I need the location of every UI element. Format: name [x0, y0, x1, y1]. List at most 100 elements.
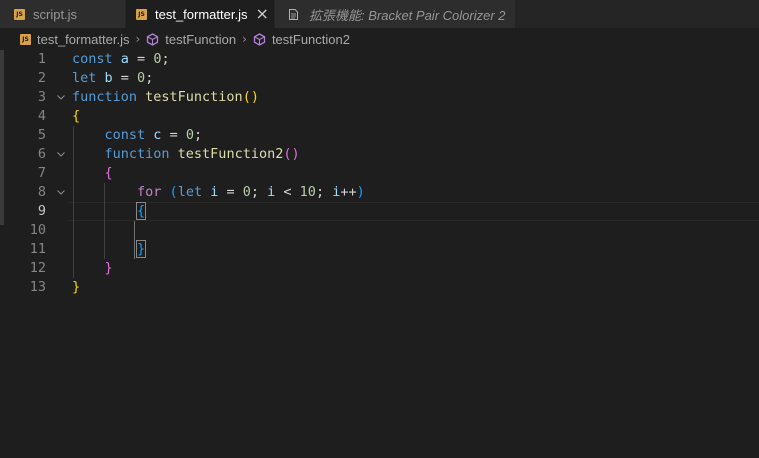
code-token: () — [242, 89, 259, 105]
code-line[interactable]: 3 function testFunction() — [0, 88, 759, 107]
method-cube-icon — [147, 32, 159, 46]
tab-bar: JS script.js JS test_formatter.js × 拡張機能… — [0, 0, 759, 28]
extension-doc-icon — [289, 8, 298, 20]
chevron-right-icon: › — [242, 32, 247, 46]
code-text: } — [72, 278, 80, 297]
code-token: ++ — [340, 184, 357, 200]
tab-label: 拡張機能: Bracket Pair Colorizer 2 — [309, 7, 506, 23]
code-token: 10 — [299, 184, 316, 200]
code-token: const — [72, 51, 121, 67]
code-line[interactable]: 1 const a = 0; — [0, 50, 759, 69]
code-token: 0 — [185, 127, 194, 143]
line-number: 3 — [37, 89, 46, 105]
tab-extension-bracket-pair-colorizer[interactable]: 拡張機能: Bracket Pair Colorizer 2 — [275, 0, 515, 28]
code-token: ; — [161, 51, 170, 67]
code-line[interactable]: 13} — [0, 278, 759, 297]
code-token: ) — [356, 184, 365, 200]
chevron-down-icon[interactable] — [56, 145, 66, 164]
code-token: function — [104, 146, 178, 162]
code-token: { — [104, 165, 113, 181]
line-number: 13 — [29, 279, 46, 295]
tab-script-js[interactable]: JS script.js — [0, 0, 125, 28]
line-number: 8 — [37, 184, 46, 200]
line-number: 5 — [37, 127, 46, 143]
code-line[interactable]: 10 — [0, 221, 759, 240]
code-text: function testFunction() — [72, 88, 259, 107]
code-token: () — [283, 146, 300, 162]
code-token: } — [72, 279, 81, 295]
code-token: testFunction2 — [177, 146, 284, 162]
code-token: 0 — [242, 184, 251, 200]
code-token: ; — [315, 184, 333, 200]
code-text: { — [72, 202, 147, 221]
code-token: = — [128, 51, 154, 67]
code-token: testFunction — [145, 89, 243, 105]
code-text: const a = 0; — [72, 50, 170, 69]
line-number: 2 — [37, 70, 46, 86]
js-file-icon: JS — [136, 8, 147, 20]
code-line[interactable]: 7 { — [0, 164, 759, 183]
tab-label: script.js — [33, 6, 78, 22]
code-text: { — [72, 107, 80, 126]
code-token: = — [112, 70, 138, 86]
code-token: ( — [169, 184, 178, 200]
code-token: function — [72, 89, 146, 105]
line-number: 11 — [29, 241, 46, 257]
code-token: ; — [250, 184, 268, 200]
code-text: { — [72, 164, 113, 183]
js-file-icon: JS — [20, 33, 31, 45]
code-editor[interactable]: 1 const a = 0; 2 let b = 0; 3 function testFu… — [0, 50, 759, 458]
code-text: let b = 0; — [72, 69, 153, 88]
code-line[interactable]: 12 } — [0, 259, 759, 278]
code-line[interactable]: 6 function testFunction2() — [0, 145, 759, 164]
code-token: < — [275, 184, 300, 200]
code-text: } — [72, 259, 113, 278]
code-line[interactable]: 2 let b = 0; — [0, 69, 759, 88]
code-line[interactable]: 9 { — [0, 202, 759, 221]
code-token: let — [177, 184, 211, 200]
line-number: 6 — [37, 146, 46, 162]
code-token: let — [72, 70, 105, 86]
chevron-down-icon[interactable] — [56, 88, 66, 107]
chevron-right-icon: › — [135, 32, 141, 46]
code-token: a — [120, 51, 129, 67]
code-line[interactable]: 5 const c = 0; — [0, 126, 759, 145]
code-token: } — [136, 240, 147, 258]
code-token: 0 — [137, 70, 146, 86]
code-token: { — [136, 202, 147, 220]
breadcrumb-file[interactable]: test_formatter.js — [37, 32, 129, 47]
code-token: = — [218, 184, 243, 200]
code-token: for — [137, 184, 170, 200]
code-token: = — [161, 127, 186, 143]
js-file-icon: JS — [14, 8, 25, 20]
line-number: 9 — [37, 203, 46, 219]
code-token: ; — [145, 70, 154, 86]
code-text: for (let i = 0; i < 10; i++) — [72, 183, 365, 202]
breadcrumb-symbol-testFunction[interactable]: testFunction — [165, 32, 236, 47]
tab-test-formatter-js[interactable]: JS test_formatter.js × — [126, 0, 274, 28]
code-text: const c = 0; — [72, 126, 203, 145]
code-line[interactable]: 8 for (let i = 0; i < 10; i++) — [0, 183, 759, 202]
code-token: b — [104, 70, 113, 86]
breadcrumb: JS test_formatter.js › testFunction › te… — [0, 28, 759, 50]
code-text: function testFunction2() — [72, 145, 300, 164]
line-number: 7 — [37, 165, 46, 181]
code-token: { — [72, 108, 81, 124]
close-icon[interactable]: × — [255, 0, 268, 28]
code-token: const — [104, 127, 154, 143]
chevron-down-icon[interactable] — [56, 183, 66, 202]
code-token: ; — [193, 127, 203, 143]
method-cube-icon — [253, 32, 266, 46]
line-number: 10 — [29, 222, 46, 238]
line-number: 1 — [37, 51, 46, 67]
code-line[interactable]: 11 } — [0, 240, 759, 259]
code-line[interactable]: 4{ — [0, 107, 759, 126]
breadcrumb-symbol-testFunction2[interactable]: testFunction2 — [272, 32, 350, 47]
line-number: 12 — [29, 260, 46, 276]
